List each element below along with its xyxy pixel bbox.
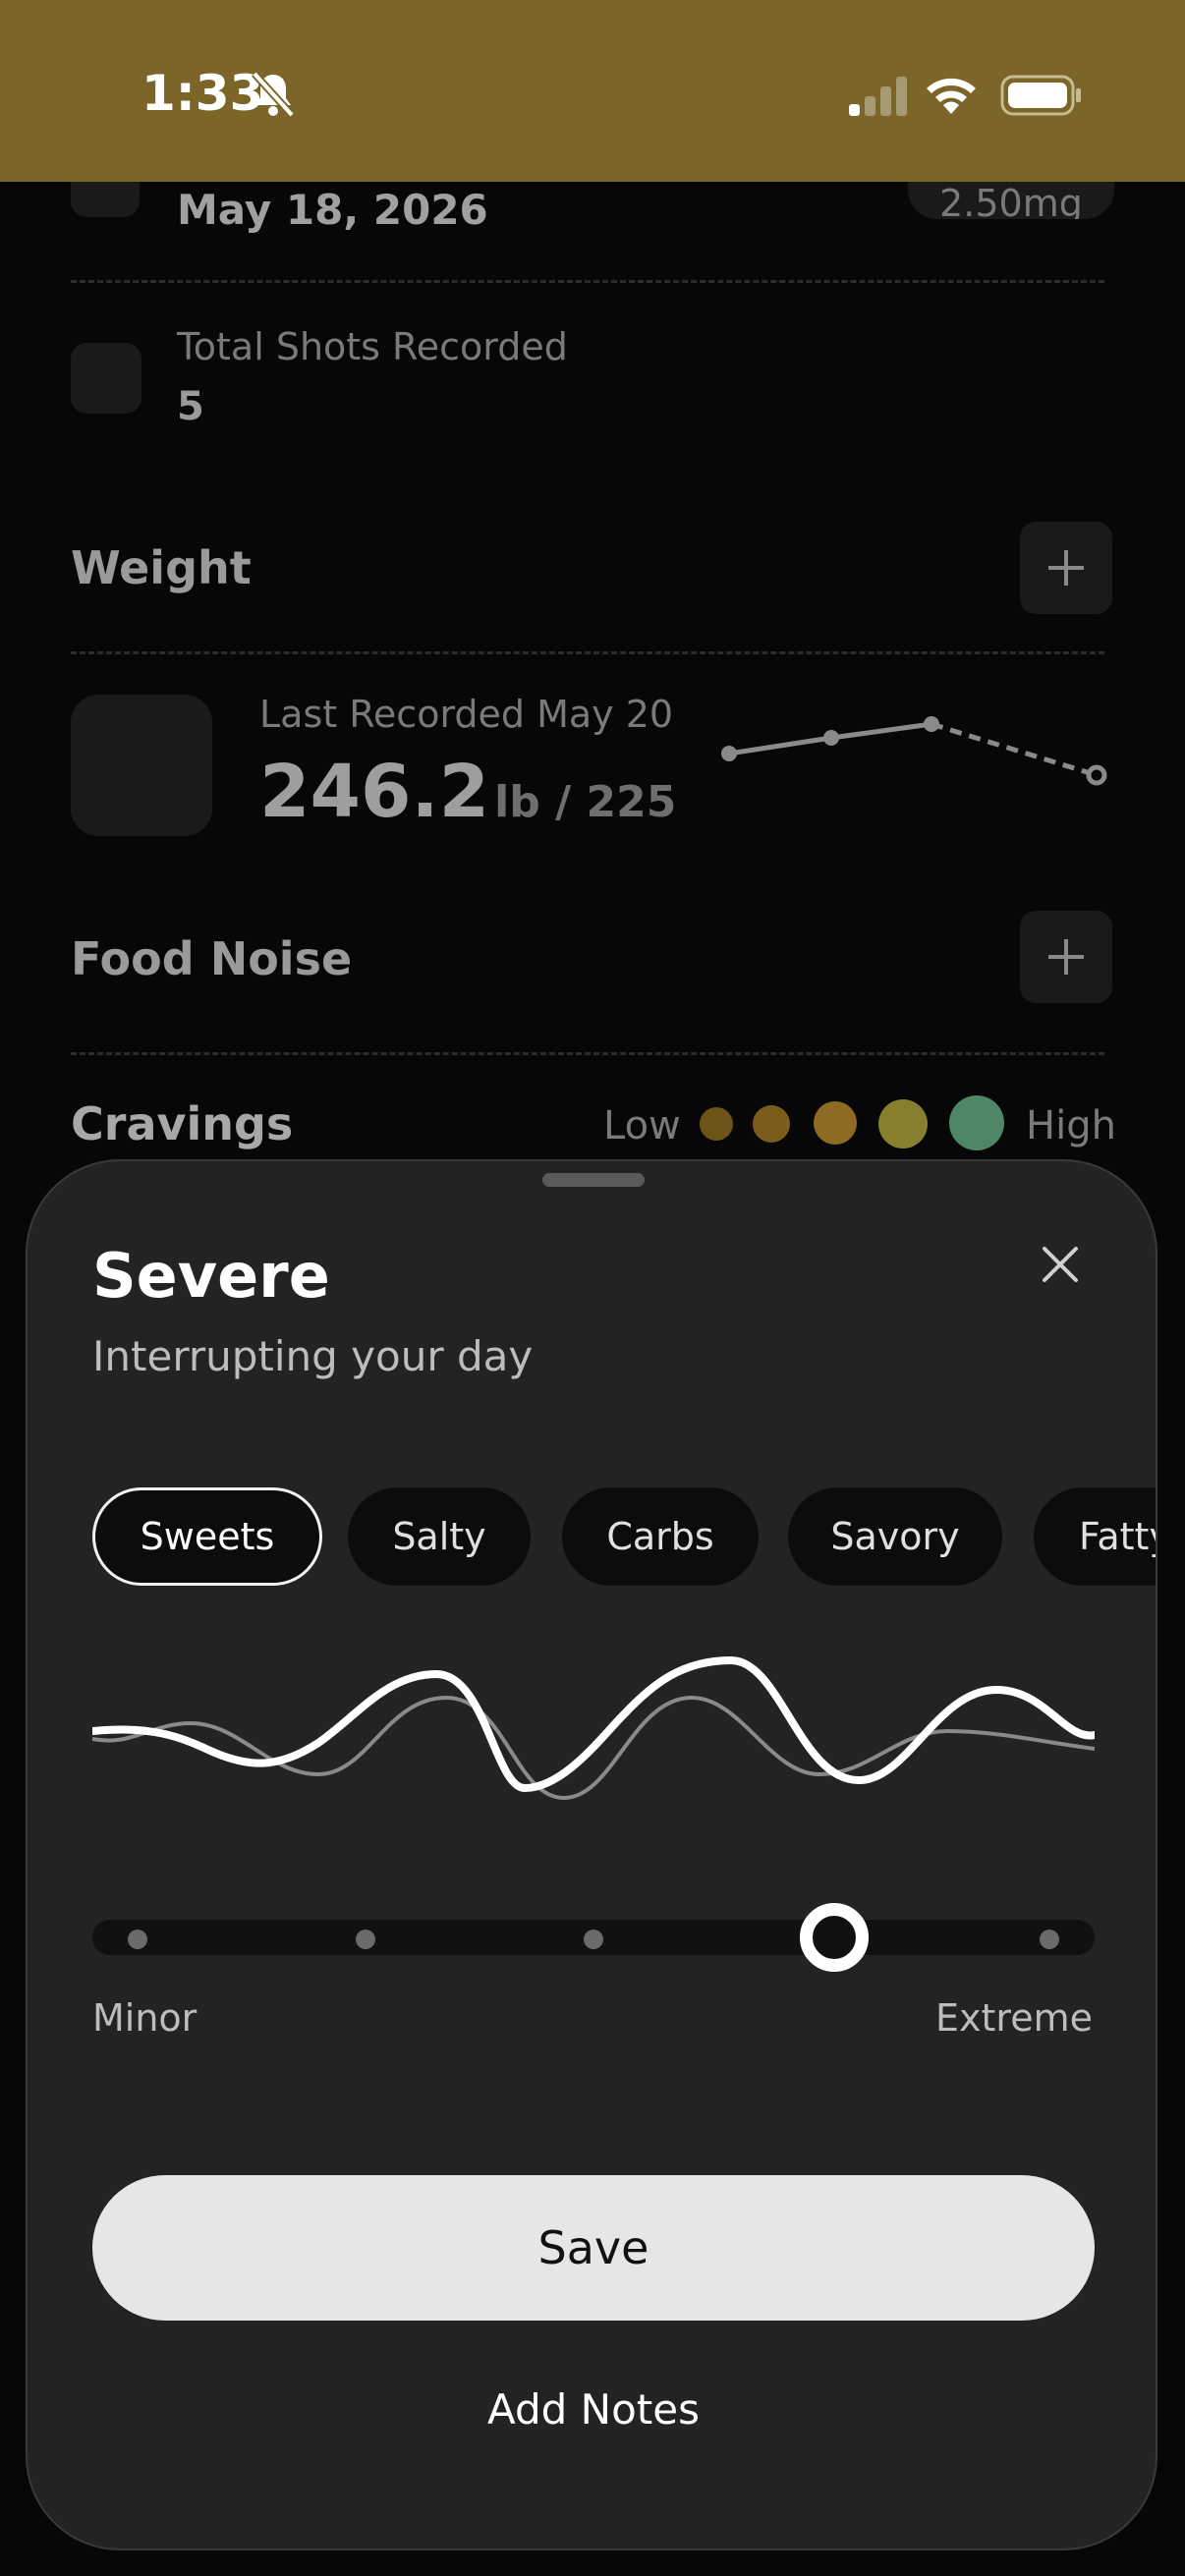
divider [71, 1052, 1104, 1055]
slider-step-2[interactable] [356, 1930, 375, 1949]
craving-level-1[interactable] [700, 1107, 733, 1141]
sparkline-point [721, 746, 737, 761]
battery-icon [1000, 75, 1081, 116]
add-weight-button[interactable] [1020, 522, 1112, 614]
scale-icon [71, 695, 212, 836]
weight-heading: Weight [71, 541, 252, 594]
slider-step-5[interactable] [1040, 1930, 1059, 1949]
intensity-wave [92, 1655, 1095, 1801]
craving-level-2[interactable] [753, 1105, 790, 1143]
sparkline-goal-point [1086, 764, 1107, 786]
chip-fatty[interactable]: Fatty [1034, 1487, 1156, 1586]
add-notes-button[interactable]: Add Notes [28, 2385, 1156, 2434]
chip-savory[interactable]: Savory [788, 1487, 1002, 1586]
save-button[interactable]: Save [92, 2175, 1095, 2321]
divider [71, 280, 1104, 283]
severity-slider[interactable] [92, 1903, 1095, 1972]
food-noise-heading: Food Noise [71, 932, 353, 985]
weight-goal: lb / 225 [494, 777, 677, 827]
syringe-icon [71, 182, 140, 217]
severity-title: Severe [92, 1240, 330, 1312]
slider-thumb[interactable] [800, 1903, 869, 1972]
cravings-low-label: Low [603, 1103, 681, 1148]
slider-step-3[interactable] [584, 1930, 603, 1949]
signal-icon [849, 77, 907, 116]
weight-sparkline [721, 716, 1107, 786]
sparkline-point [823, 730, 839, 746]
severity-subtitle: Interrupting your day [92, 1332, 534, 1380]
craving-level-3[interactable] [814, 1101, 857, 1145]
add-food-noise-button[interactable] [1020, 911, 1112, 1003]
weight-last-recorded: Last Recorded May 20 [259, 693, 674, 736]
dose-badge[interactable]: 2.50mg [908, 182, 1114, 219]
slider-step-1[interactable] [128, 1930, 147, 1949]
chip-carbs[interactable]: Carbs [562, 1487, 759, 1586]
divider [71, 651, 1104, 654]
shots-icon [71, 343, 141, 414]
chip-sweets[interactable]: Sweets [92, 1487, 322, 1586]
dose-value: 2.50mg [939, 182, 1083, 219]
status-bar: 1:33 [0, 0, 1185, 182]
scale-max-label: Extreme [935, 1996, 1093, 2040]
close-icon[interactable] [1036, 1240, 1085, 1289]
cravings-heading: Cravings [71, 1097, 294, 1150]
sparkline-point [924, 716, 939, 732]
weight-value: 246.2 [259, 750, 490, 834]
craving-level-5[interactable] [949, 1095, 1004, 1150]
wifi-icon [927, 78, 976, 114]
total-shots-label: Total Shots Recorded [177, 325, 568, 368]
craving-type-chips: Sweets Salty Carbs Savory Fatty [92, 1487, 1156, 1590]
cravings-sheet: Severe Interrupting your day Sweets Salt… [26, 1159, 1157, 2550]
sheet-grabber[interactable] [542, 1173, 645, 1187]
scale-min-label: Minor [92, 1996, 198, 2040]
last-shot-date: May 18, 2026 [177, 186, 488, 234]
cravings-high-label: High [1026, 1103, 1116, 1148]
weight-reading: 246.2 lb / 225 [259, 750, 676, 834]
bell-off-icon [252, 71, 295, 118]
craving-level-4[interactable] [878, 1099, 928, 1148]
total-shots-value: 5 [177, 384, 204, 429]
status-time: 1:33 [141, 65, 264, 122]
chip-salty[interactable]: Salty [348, 1487, 531, 1586]
